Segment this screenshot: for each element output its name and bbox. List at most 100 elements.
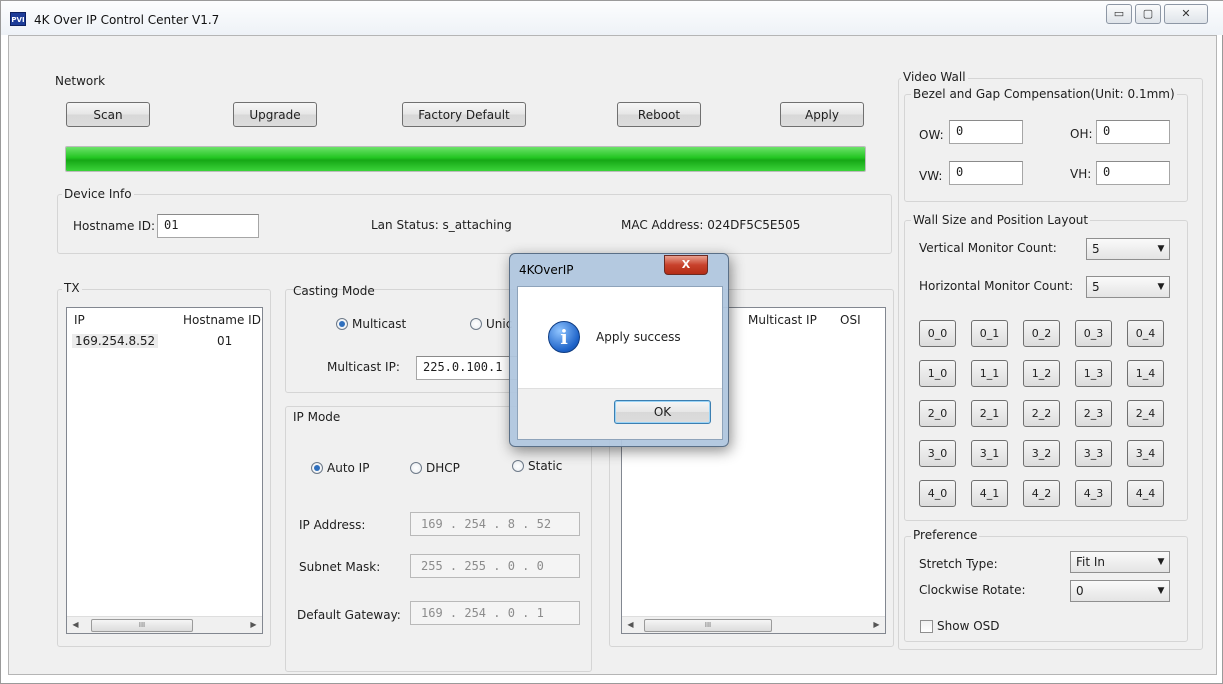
monitor-cell-1-4[interactable]: 1_4 (1127, 360, 1164, 387)
multicast-ip-input[interactable]: 225.0.100.1 (416, 356, 524, 380)
default-gateway-field[interactable]: 169 . 254 . 0 . 1 (410, 601, 580, 625)
scroll-thumb[interactable]: III (91, 619, 193, 632)
scroll-left-icon[interactable]: ◀ (622, 617, 639, 633)
mac-address: MAC Address: 024DF5C5E505 (621, 218, 801, 232)
monitor-cell-3-0[interactable]: 3_0 (919, 440, 956, 467)
auto-ip-label: Auto IP (327, 461, 370, 475)
monitor-cell-3-1[interactable]: 3_1 (971, 440, 1008, 467)
monitor-cell-0-4[interactable]: 0_4 (1127, 320, 1164, 347)
vertical-count-select[interactable]: 5 ▼ (1086, 238, 1170, 260)
table-row[interactable]: 169.254.8.52 01 (67, 330, 262, 352)
close-button[interactable]: ✕ (1164, 4, 1208, 24)
dropdown-arrow-icon: ▼ (1157, 586, 1165, 596)
monitor-cell-1-3[interactable]: 1_3 (1075, 360, 1112, 387)
vh-input[interactable]: 0 (1096, 161, 1170, 185)
monitor-cell-3-4[interactable]: 3_4 (1127, 440, 1164, 467)
dialog-close-button[interactable]: X (664, 255, 708, 275)
hostname-id-label: Hostname ID: (73, 219, 155, 233)
tx-row-hostname: 01 (217, 334, 233, 348)
stretch-type-value: Fit In (1076, 555, 1106, 569)
radio-unselected-icon[interactable] (512, 460, 524, 472)
clockwise-rotate-label: Clockwise Rotate: (919, 583, 1026, 597)
monitor-cell-0-1[interactable]: 0_1 (971, 320, 1008, 347)
monitor-cell-1-2[interactable]: 1_2 (1023, 360, 1060, 387)
monitor-cell-2-3[interactable]: 2_3 (1075, 400, 1112, 427)
monitor-cell-3-3[interactable]: 3_3 (1075, 440, 1112, 467)
upgrade-button[interactable]: Upgrade (233, 102, 317, 127)
monitor-cell-2-4[interactable]: 2_4 (1127, 400, 1164, 427)
ok-button[interactable]: OK (614, 400, 711, 424)
auto-ip-radio[interactable]: Auto IP (311, 461, 381, 477)
tx-column-ip[interactable]: IP (74, 313, 85, 327)
stretch-type-label: Stretch Type: (919, 557, 998, 571)
horizontal-count-select[interactable]: 5 ▼ (1086, 276, 1170, 298)
monitor-cell-2-2[interactable]: 2_2 (1023, 400, 1060, 427)
clockwise-rotate-select[interactable]: 0 ▼ (1070, 580, 1170, 602)
tx-column-hostname[interactable]: Hostname ID (183, 313, 261, 327)
scan-button[interactable]: Scan (66, 102, 150, 127)
reboot-button[interactable]: Reboot (617, 102, 701, 127)
stretch-type-select[interactable]: Fit In ▼ (1070, 551, 1170, 573)
oh-input[interactable]: 0 (1096, 120, 1170, 144)
radio-selected-icon[interactable] (311, 462, 323, 474)
window-title: 4K Over IP Control Center V1.7 (34, 13, 220, 27)
monitor-cell-2-1[interactable]: 2_1 (971, 400, 1008, 427)
checkbox-icon[interactable] (920, 620, 933, 633)
monitor-cell-0-3[interactable]: 0_3 (1075, 320, 1112, 347)
monitor-cell-4-1[interactable]: 4_1 (971, 480, 1008, 507)
tx-device-list[interactable]: IP Hostname ID 169.254.8.52 01 ◀ III ▶ (66, 307, 263, 634)
scroll-thumb[interactable]: III (644, 619, 772, 632)
bezel-label: Bezel and Gap Compensation(Unit: 0.1mm) (911, 87, 1177, 101)
dialog-message: Apply success (596, 330, 681, 344)
clockwise-rotate-value: 0 (1076, 584, 1084, 598)
scroll-left-icon[interactable]: ◀ (67, 617, 84, 633)
static-radio[interactable]: Static (512, 459, 572, 475)
monitor-grid: 0_0 0_1 0_2 0_3 0_4 1_0 1_1 1_2 1_3 1_4 2_0 2_1 2_2 2… (919, 320, 1175, 510)
scroll-right-icon[interactable]: ▶ (868, 617, 885, 633)
rx-horizontal-scrollbar[interactable]: ◀ III ▶ (622, 616, 885, 633)
radio-unselected-icon[interactable] (470, 318, 482, 330)
multicast-radio[interactable]: Multicast (336, 317, 436, 333)
multicast-label: Multicast (352, 317, 407, 331)
factory-default-button[interactable]: Factory Default (402, 102, 526, 127)
subnet-mask-field[interactable]: 255 . 255 . 0 . 0 (410, 554, 580, 578)
show-osd-label: Show OSD (937, 619, 1000, 633)
radio-unselected-icon[interactable] (410, 462, 422, 474)
monitor-cell-4-0[interactable]: 4_0 (919, 480, 956, 507)
vertical-count-label: Vertical Monitor Count: (919, 241, 1057, 255)
show-osd-checkbox[interactable]: Show OSD (920, 619, 1030, 635)
monitor-cell-4-4[interactable]: 4_4 (1127, 480, 1164, 507)
dhcp-label: DHCP (426, 461, 460, 475)
preference-label: Preference (911, 528, 980, 542)
progress-bar (65, 146, 866, 172)
multicast-ip-label: Multicast IP: (327, 360, 400, 374)
ow-input[interactable]: 0 (949, 120, 1023, 144)
lan-status: Lan Status: s_attaching (371, 218, 512, 232)
monitor-cell-4-3[interactable]: 4_3 (1075, 480, 1112, 507)
tx-horizontal-scrollbar[interactable]: ◀ III ▶ (67, 616, 262, 633)
message-dialog: 4KOverIP X i Apply success OK (509, 253, 729, 447)
monitor-cell-2-0[interactable]: 2_0 (919, 400, 956, 427)
scroll-right-icon[interactable]: ▶ (245, 617, 262, 633)
casting-mode-label: Casting Mode (293, 284, 375, 298)
monitor-cell-4-2[interactable]: 4_2 (1023, 480, 1060, 507)
minimize-button[interactable]: ▭ (1106, 4, 1132, 24)
bezel-group (904, 94, 1188, 202)
hostname-id-input[interactable]: 01 (157, 214, 259, 238)
apply-button[interactable]: Apply (780, 102, 864, 127)
maximize-button[interactable]: ▢ (1135, 4, 1161, 24)
monitor-cell-1-0[interactable]: 1_0 (919, 360, 956, 387)
ip-address-field[interactable]: 169 . 254 . 8 . 52 (410, 512, 580, 536)
dhcp-radio[interactable]: DHCP (410, 461, 470, 477)
monitor-cell-3-2[interactable]: 3_2 (1023, 440, 1060, 467)
monitor-cell-0-2[interactable]: 0_2 (1023, 320, 1060, 347)
rx-column-osd[interactable]: OSI (840, 313, 861, 327)
app-icon: PVI (10, 12, 26, 26)
monitor-cell-1-1[interactable]: 1_1 (971, 360, 1008, 387)
radio-selected-icon[interactable] (336, 318, 348, 330)
rx-column-multicast-ip[interactable]: Multicast IP (748, 313, 817, 327)
vw-input[interactable]: 0 (949, 161, 1023, 185)
monitor-cell-0-0[interactable]: 0_0 (919, 320, 956, 347)
dialog-body: i Apply success OK (517, 286, 723, 440)
device-info-label: Device Info (62, 187, 134, 201)
